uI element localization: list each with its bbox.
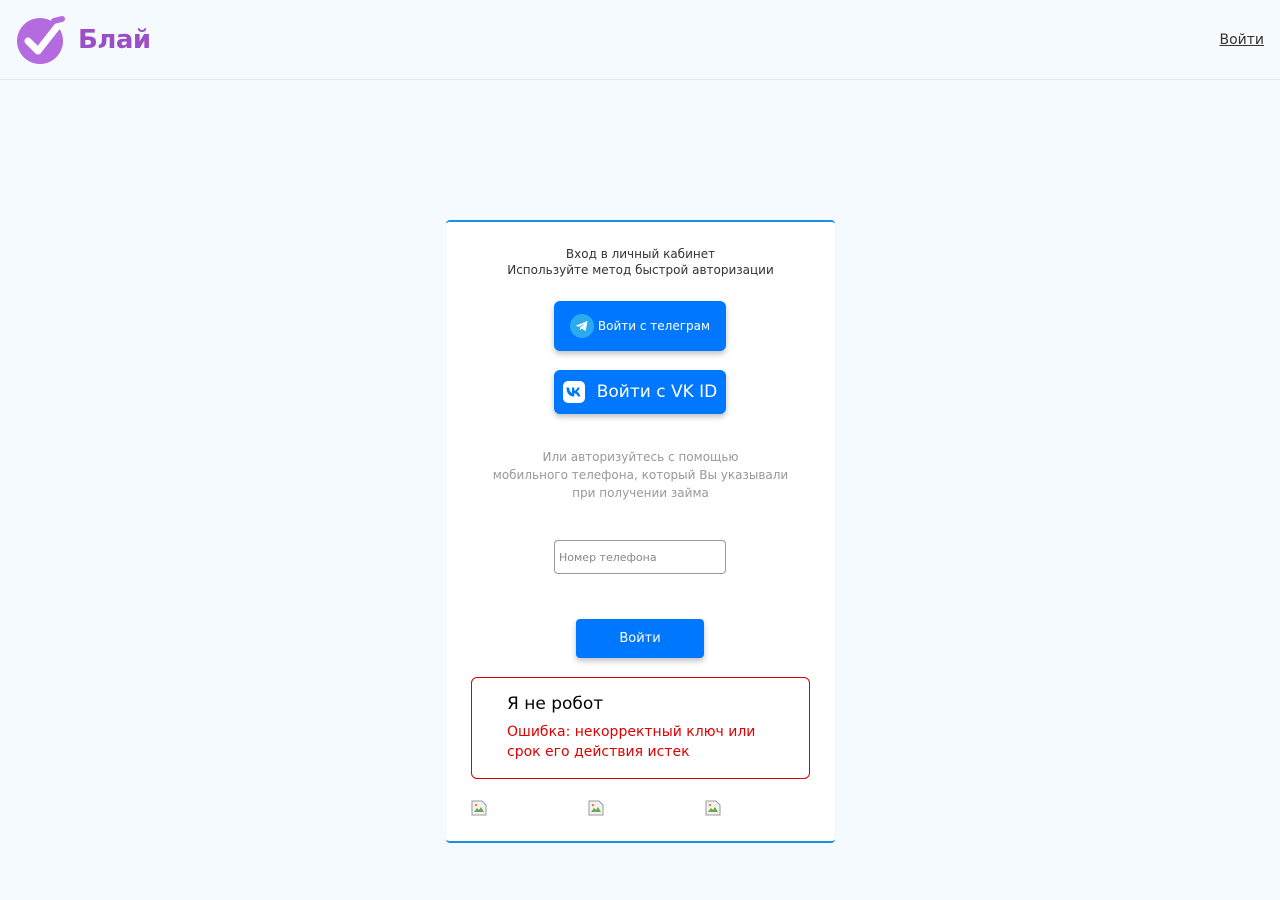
- partner-images: [471, 800, 810, 818]
- telegram-icon: [569, 314, 594, 338]
- captcha-title: Я не робот: [507, 694, 604, 714]
- site-header: Блай Войти: [0, 0, 1280, 80]
- logo[interactable]: Блай: [16, 15, 151, 65]
- check-logo-icon: [17, 15, 65, 64]
- broken-image-icon: [705, 800, 721, 816]
- broken-image-icon: [471, 800, 487, 816]
- login-card: Вход в личный кабинет Используйте метод …: [446, 220, 835, 843]
- card-title-line2: Используйте метод быстрой авторизации: [507, 263, 774, 277]
- broken-image-icon: [588, 800, 604, 816]
- alt-auth-text: Или авторизуйтесь с помощью мобильного т…: [446, 448, 835, 502]
- alt-auth-line1: Или авторизуйтесь с помощью: [542, 450, 739, 464]
- captcha-error: Ошибка: некорректный ключ или срок его д…: [507, 724, 756, 760]
- card-title: Вход в личный кабинет Используйте метод …: [446, 246, 835, 278]
- alt-auth-line3: при получении займа: [572, 486, 709, 500]
- phone-input[interactable]: [554, 540, 726, 574]
- alt-auth-line2: мобильного телефона, который Вы указывал…: [492, 468, 789, 482]
- vk-icon: [562, 381, 585, 403]
- brand-name: Блай: [78, 24, 151, 55]
- header-login-link[interactable]: Войти: [1219, 32, 1264, 48]
- captcha-box[interactable]: Я не робот Ошибка: некорректный ключ или…: [471, 677, 810, 779]
- card-title-line1: Вход в личный кабинет: [565, 247, 716, 261]
- telegram-button-label: Войти с телеграм: [597, 319, 711, 333]
- vk-button-label: Войти с VK ID: [596, 382, 718, 402]
- submit-login-button[interactable]: Войти: [576, 619, 704, 658]
- vk-login-button[interactable]: Войти с VK ID: [554, 370, 726, 414]
- telegram-login-button[interactable]: Войти с телеграм: [554, 301, 726, 351]
